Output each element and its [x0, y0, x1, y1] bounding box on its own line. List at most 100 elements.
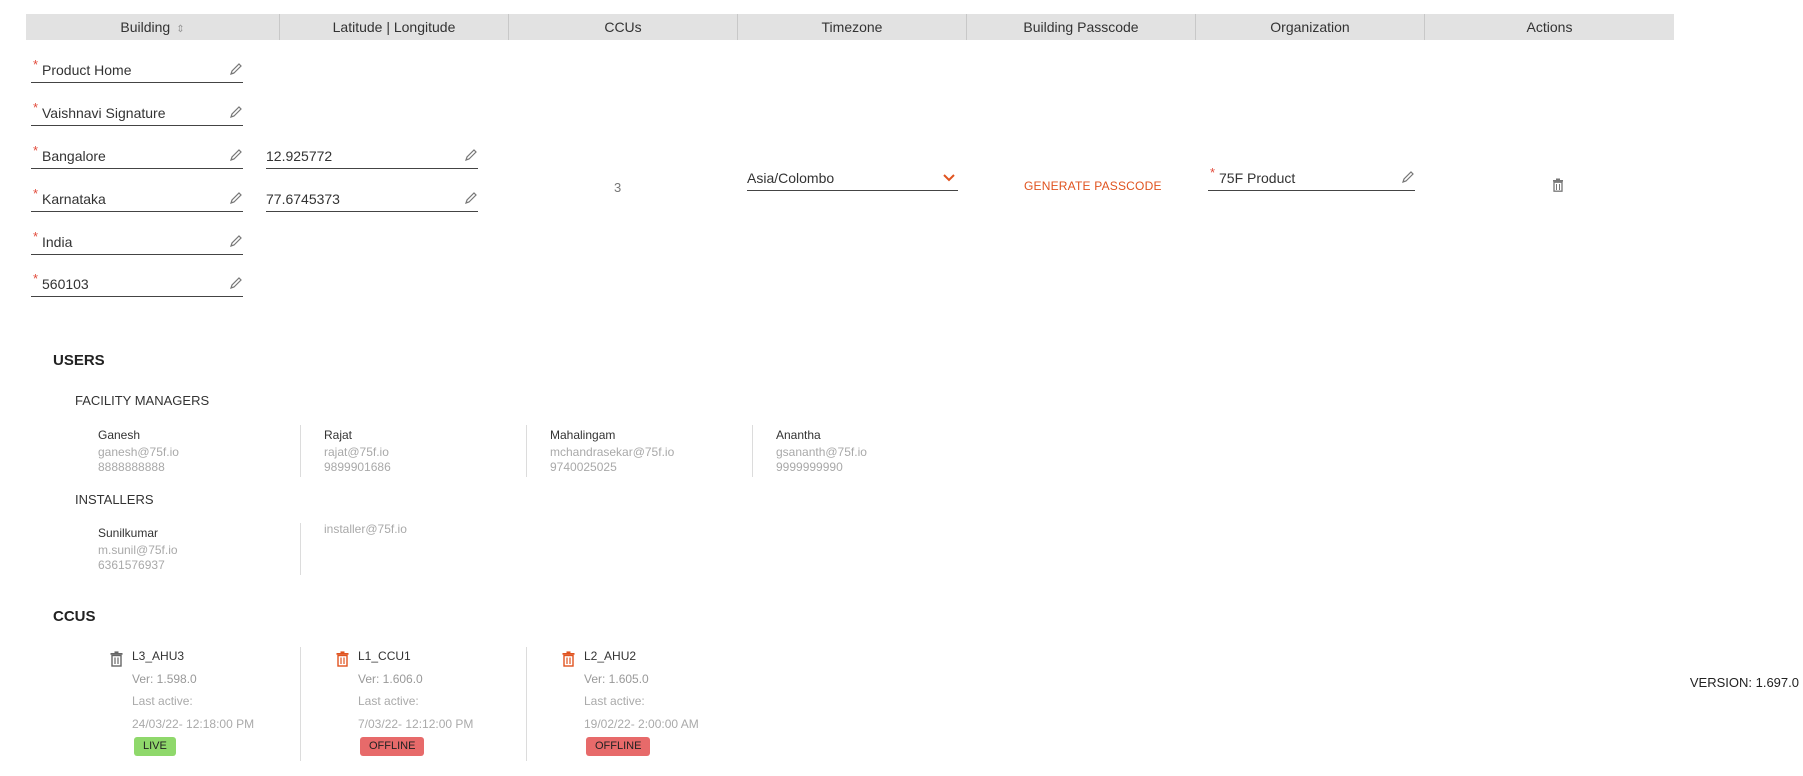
divider	[752, 425, 753, 477]
status-badge: OFFLINE	[360, 737, 425, 756]
users-section-title: USERS	[53, 352, 105, 369]
address-value: Vaishnavi Signature	[42, 105, 166, 121]
ccu-name: L3_AHU3	[132, 649, 185, 663]
last-active-time: 7/03/22- 12:12:00 PM	[358, 717, 474, 731]
col-passcode: Building Passcode	[967, 14, 1196, 40]
user-email: gsananth@75f.io	[776, 445, 867, 459]
last-active-label: Last active:	[358, 694, 419, 708]
chevron-down-icon	[943, 174, 955, 182]
organization-value: 75F Product	[1219, 170, 1296, 186]
user-email: mchandrasekar@75f.io	[550, 445, 675, 459]
last-active-label: Last active:	[132, 694, 193, 708]
pencil-icon[interactable]	[229, 148, 243, 162]
state-field[interactable]: * Karnataka	[31, 186, 243, 212]
trash-icon[interactable]	[335, 651, 350, 667]
user-phone: 9999999990	[776, 460, 843, 474]
last-active-time: 19/02/22- 2:00:00 AM	[584, 717, 699, 731]
longitude-value: 77.6745373	[266, 191, 340, 207]
pencil-icon[interactable]	[229, 191, 243, 205]
state-value: Karnataka	[42, 191, 106, 207]
required-marker: *	[33, 271, 39, 286]
pencil-icon[interactable]	[464, 191, 478, 205]
installers-title: INSTALLERS	[75, 492, 154, 507]
sort-icon[interactable]: ⇕	[176, 24, 184, 35]
required-marker: *	[33, 186, 39, 201]
required-marker: *	[33, 100, 39, 115]
city-field[interactable]: * Bangalore	[31, 143, 243, 169]
divider	[300, 647, 301, 761]
pencil-icon[interactable]	[229, 276, 243, 290]
user-phone: 9740025025	[550, 460, 617, 474]
ccus-section-title: CCUS	[53, 608, 96, 625]
ccu-version: Ver: 1.605.0	[584, 672, 649, 686]
col-building-label: Building	[120, 19, 171, 35]
user-card: Ganesh ganesh@75f.io 8888888888	[98, 428, 298, 475]
city-value: Bangalore	[42, 148, 106, 164]
user-email: m.sunil@75f.io	[98, 543, 178, 557]
col-organization: Organization	[1196, 14, 1425, 40]
last-active-time: 24/03/22- 12:18:00 PM	[132, 717, 255, 731]
pencil-icon[interactable]	[229, 105, 243, 119]
table-header: Building ⇕ Latitude | Longitude CCUs Time…	[26, 14, 1674, 40]
timezone-value: Asia/Colombo	[747, 170, 835, 186]
building-name-value: Product Home	[42, 62, 132, 78]
pencil-icon[interactable]	[229, 62, 243, 76]
user-phone: 9899901686	[324, 460, 391, 474]
divider	[526, 425, 527, 477]
col-building[interactable]: Building ⇕	[26, 14, 280, 40]
address-field[interactable]: * Vaishnavi Signature	[31, 100, 243, 126]
trash-icon[interactable]	[1551, 178, 1565, 192]
user-card: Anantha gsananth@75f.io 9999999990	[776, 428, 976, 475]
user-name: Sunilkumar	[98, 526, 159, 540]
user-card: Sunilkumar m.sunil@75f.io 6361576937	[98, 526, 298, 573]
app-version: VERSION: 1.697.0	[1689, 675, 1799, 690]
country-field[interactable]: * India	[31, 229, 243, 255]
pencil-icon[interactable]	[1401, 170, 1415, 184]
ccu-count: 3	[614, 180, 622, 195]
user-phone: 8888888888	[98, 460, 165, 474]
user-email: ganesh@75f.io	[98, 445, 179, 459]
status-badge: LIVE	[134, 737, 176, 756]
organization-field[interactable]: * 75F Product	[1208, 165, 1415, 191]
trash-icon[interactable]	[561, 651, 576, 667]
trash-icon[interactable]	[109, 651, 124, 667]
divider	[526, 647, 527, 761]
last-active-label: Last active:	[584, 694, 645, 708]
required-marker: *	[33, 143, 39, 158]
col-ccus: CCUs	[509, 14, 738, 40]
user-card: Rajat rajat@75f.io 9899901686	[324, 428, 524, 475]
longitude-field[interactable]: 77.6745373	[266, 189, 478, 212]
col-actions: Actions	[1526, 19, 1573, 35]
user-card: installer@75f.io	[324, 522, 524, 537]
user-email: rajat@75f.io	[324, 445, 389, 459]
ccu-name: L2_AHU2	[584, 649, 637, 663]
user-email: installer@75f.io	[324, 522, 407, 536]
ccu-card: L3_AHU3 Ver: 1.598.0 Last active: 24/03/…	[101, 649, 301, 761]
ccu-card: L1_CCU1 Ver: 1.606.0 Last active: 7/03/2…	[327, 649, 527, 761]
facility-managers-title: FACILITY MANAGERS	[75, 393, 210, 408]
pencil-icon[interactable]	[464, 148, 478, 162]
col-timezone: Timezone	[738, 14, 967, 40]
user-phone: 6361576937	[98, 558, 165, 572]
pencil-icon[interactable]	[229, 234, 243, 248]
user-name: Anantha	[776, 428, 821, 442]
required-marker: *	[33, 229, 39, 244]
required-marker: *	[1210, 165, 1216, 180]
latitude-value: 12.925772	[266, 148, 333, 164]
required-marker: *	[33, 57, 39, 72]
generate-passcode-link[interactable]: GENERATE PASSCODE	[1024, 179, 1162, 193]
timezone-select[interactable]: Asia/Colombo	[747, 168, 958, 191]
user-card: Mahalingam mchandrasekar@75f.io 97400250…	[550, 428, 750, 475]
country-value: India	[42, 234, 73, 250]
building-name-field[interactable]: * Product Home	[31, 57, 243, 83]
divider	[300, 425, 301, 477]
zip-field[interactable]: * 560103	[31, 271, 243, 297]
latitude-field[interactable]: 12.925772	[266, 146, 478, 169]
ccu-card: L2_AHU2 Ver: 1.605.0 Last active: 19/02/…	[553, 649, 753, 761]
zip-value: 560103	[42, 276, 89, 292]
user-name: Ganesh	[98, 428, 141, 442]
ccu-name: L1_CCU1	[358, 649, 411, 663]
ccu-version: Ver: 1.606.0	[358, 672, 423, 686]
user-name: Rajat	[324, 428, 353, 442]
col-lat-long: Latitude | Longitude	[280, 14, 509, 40]
